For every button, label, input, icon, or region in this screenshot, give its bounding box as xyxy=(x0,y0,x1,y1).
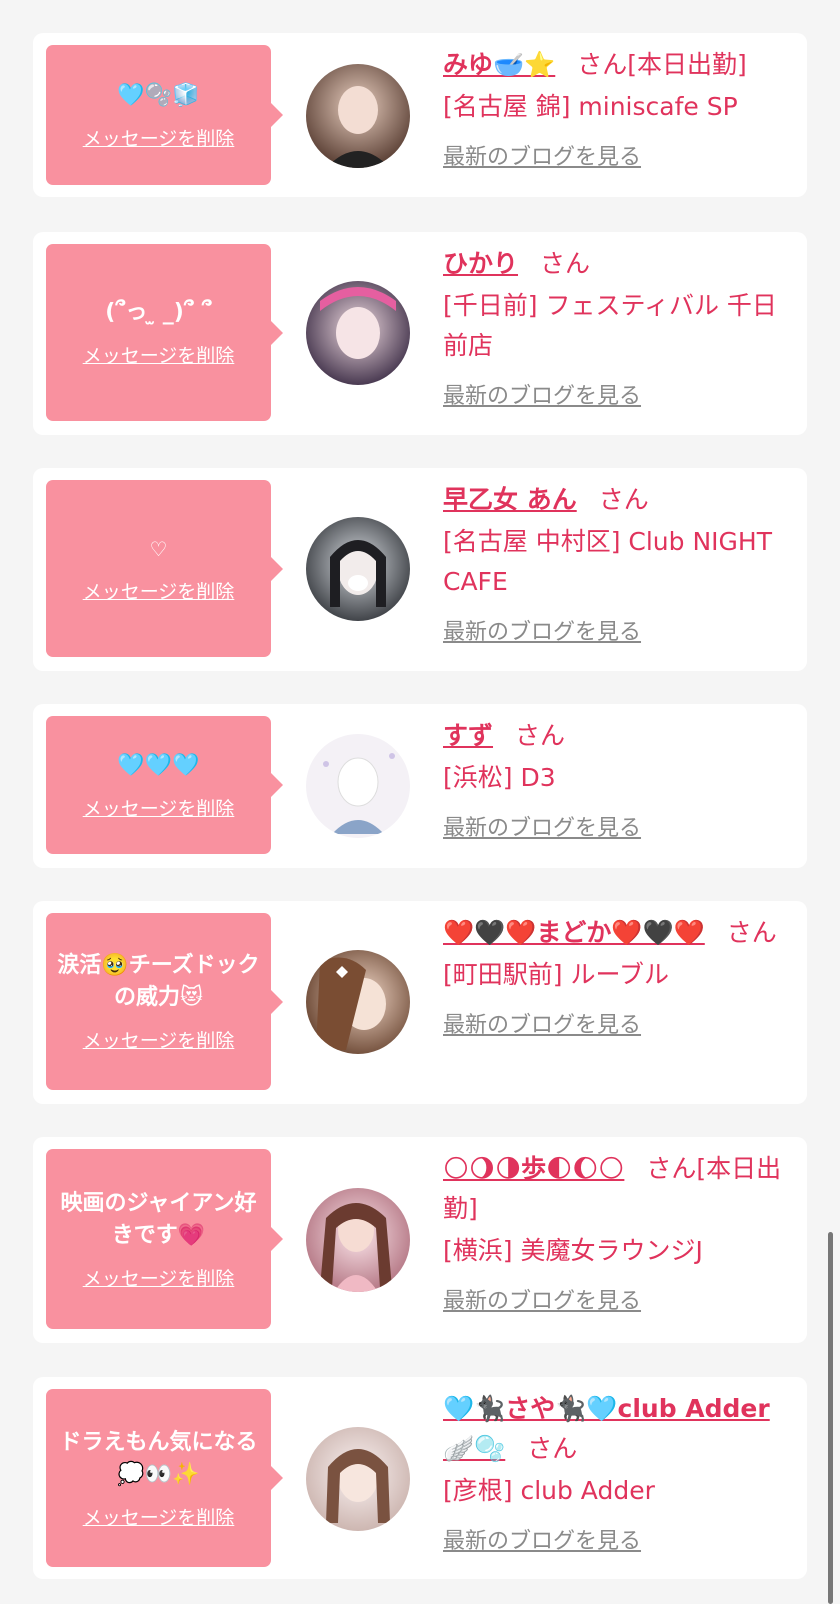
cast-info: 🩵🐈‍⬛さや🐈‍⬛🩵club Adder🪽🫧 さん [彦根] club Adder… xyxy=(443,1389,795,1555)
latest-blog-link[interactable]: 最新のブログを見る xyxy=(443,1007,641,1039)
latest-blog-link[interactable]: 最新のブログを見る xyxy=(443,378,641,410)
latest-blog-link[interactable]: 最新のブログを見る xyxy=(443,614,641,646)
honorific: さん xyxy=(726,918,777,947)
avatar[interactable] xyxy=(306,281,410,385)
cast-info: みゆ🥣⭐ さん[本日出勤] [名古屋 錦] miniscafe SP 最新のブログ… xyxy=(443,45,795,171)
shop-name: [浜松] D3 xyxy=(443,763,556,792)
shop-name: [名古屋 中村区] Club NIGHT CAFE xyxy=(443,527,772,596)
avatar[interactable] xyxy=(306,517,410,621)
message-text: ♡ xyxy=(149,537,168,561)
cast-name-link[interactable]: 早乙女 あん xyxy=(443,485,577,514)
cast-info: すず さん [浜松] D3 最新のブログを見る xyxy=(443,716,795,842)
avatar[interactable] xyxy=(306,950,410,1054)
honorific: さん xyxy=(515,721,566,750)
message-text: 🩵🫧🧊 xyxy=(117,82,200,108)
scrollbar[interactable] xyxy=(828,1232,833,1604)
list-item: ♡ メッセージを削除 早乙女 あん さん [名古屋 中村区] Club NIGHT… xyxy=(33,468,807,671)
message-bubble: (՞っ ̫ _)՞ ՞ メッセージを削除 xyxy=(46,244,283,421)
message-bubble: 映画のジャイアン好きです💗 メッセージを削除 xyxy=(46,1149,283,1329)
list-item: ドラえもん気になる💭👀✨ メッセージを削除 🩵🐈‍⬛さや🐈‍⬛🩵club Add… xyxy=(33,1377,807,1579)
delete-message-link[interactable]: メッセージを削除 xyxy=(83,794,235,821)
list-item: (՞っ ̫ _)՞ ՞ メッセージを削除 ひかり さん [千日前] フェスティバル… xyxy=(33,232,807,435)
cast-name-link[interactable]: みゆ🥣⭐ xyxy=(443,50,555,79)
cast-name-link[interactable]: ❤️🖤❤️まどか❤️🖤❤️ xyxy=(443,918,705,947)
shop-name: [彦根] club Adder xyxy=(443,1476,655,1505)
cast-info: ❤️🖤❤️まどか❤️🖤❤️ さん [町田駅前] ルーブル 最新のブログを見る xyxy=(443,913,795,1039)
avatar[interactable] xyxy=(306,64,410,168)
shop-name: [名古屋 錦] miniscafe SP xyxy=(443,92,738,121)
shop-name: [横浜] 美魔女ラウンジJ xyxy=(443,1236,703,1265)
latest-blog-link[interactable]: 最新のブログを見る xyxy=(443,1283,641,1315)
cast-name-link[interactable]: 🌕🌖🌗歩🌓🌔🌕 xyxy=(443,1154,624,1183)
latest-blog-link[interactable]: 最新のブログを見る xyxy=(443,810,641,842)
cast-name-link[interactable]: ひかり xyxy=(443,249,518,278)
latest-blog-link[interactable]: 最新のブログを見る xyxy=(443,1523,641,1555)
message-bubble: 🩵🩵🩵 メッセージを削除 xyxy=(46,716,283,854)
list-item: 涙活🥹チーズドックの威力😻 メッセージを削除 ❤️🖤❤️まどか❤️🖤❤️ さん [… xyxy=(33,901,807,1104)
delete-message-link[interactable]: メッセージを削除 xyxy=(83,124,235,151)
shop-name: [町田駅前] ルーブル xyxy=(443,960,669,989)
honorific: さん xyxy=(598,485,649,514)
message-bubble: 🩵🫧🧊 メッセージを削除 xyxy=(46,45,283,185)
message-bubble: ♡ メッセージを削除 xyxy=(46,480,283,657)
cast-info: 早乙女 あん さん [名古屋 中村区] Club NIGHT CAFE 最新のブロ… xyxy=(443,480,795,646)
message-bubble: 涙活🥹チーズドックの威力😻 メッセージを削除 xyxy=(46,913,283,1090)
list-item: 🩵🫧🧊 メッセージを削除 みゆ🥣⭐ さん[本日出勤] [名古屋 錦] minisc… xyxy=(33,33,807,197)
message-bubble: ドラえもん気になる💭👀✨ メッセージを削除 xyxy=(46,1389,283,1567)
latest-blog-link[interactable]: 最新のブログを見る xyxy=(443,139,641,171)
avatar[interactable] xyxy=(306,1188,410,1292)
message-text: 映画のジャイアン好きです💗 xyxy=(60,1190,257,1248)
delete-message-link[interactable]: メッセージを削除 xyxy=(83,1264,235,1291)
honorific: さん[本日出勤] xyxy=(577,50,747,79)
message-text: 涙活🥹チーズドックの威力😻 xyxy=(57,953,260,1010)
delete-message-link[interactable]: メッセージを削除 xyxy=(83,1503,235,1530)
cast-name-link[interactable]: 🩵🐈‍⬛さや🐈‍⬛🩵club Adder🪽🫧 xyxy=(443,1394,770,1463)
list-item: 映画のジャイアン好きです💗 メッセージを削除 🌕🌖🌗歩🌓🌔🌕 さん[本日出勤] [… xyxy=(33,1137,807,1343)
delete-message-link[interactable]: メッセージを削除 xyxy=(83,341,235,368)
cast-info: 🌕🌖🌗歩🌓🌔🌕 さん[本日出勤] [横浜] 美魔女ラウンジJ 最新のブログを見る xyxy=(443,1149,795,1315)
delete-message-link[interactable]: メッセージを削除 xyxy=(83,1026,235,1053)
message-text: 🩵🩵🩵 xyxy=(117,752,200,778)
list-item: 🩵🩵🩵 メッセージを削除 すず さん [浜松] D3 最新のブログを見る xyxy=(33,704,807,868)
avatar[interactable] xyxy=(306,1427,410,1531)
favorites-list: 🩵🫧🧊 メッセージを削除 みゆ🥣⭐ さん[本日出勤] [名古屋 錦] minisc… xyxy=(0,0,840,1604)
cast-name-link[interactable]: すず xyxy=(443,721,493,750)
cast-info: ひかり さん [千日前] フェスティバル 千日前店 最新のブログを見る xyxy=(443,244,795,410)
delete-message-link[interactable]: メッセージを削除 xyxy=(83,577,235,604)
avatar[interactable] xyxy=(306,734,410,838)
honorific: さん xyxy=(527,1434,578,1463)
shop-name: [千日前] フェスティバル 千日前店 xyxy=(443,291,777,360)
message-text: (՞っ ̫ _)՞ ՞ xyxy=(105,300,212,325)
message-text: ドラえもん気になる💭👀✨ xyxy=(59,1429,258,1487)
honorific: さん xyxy=(540,249,591,278)
